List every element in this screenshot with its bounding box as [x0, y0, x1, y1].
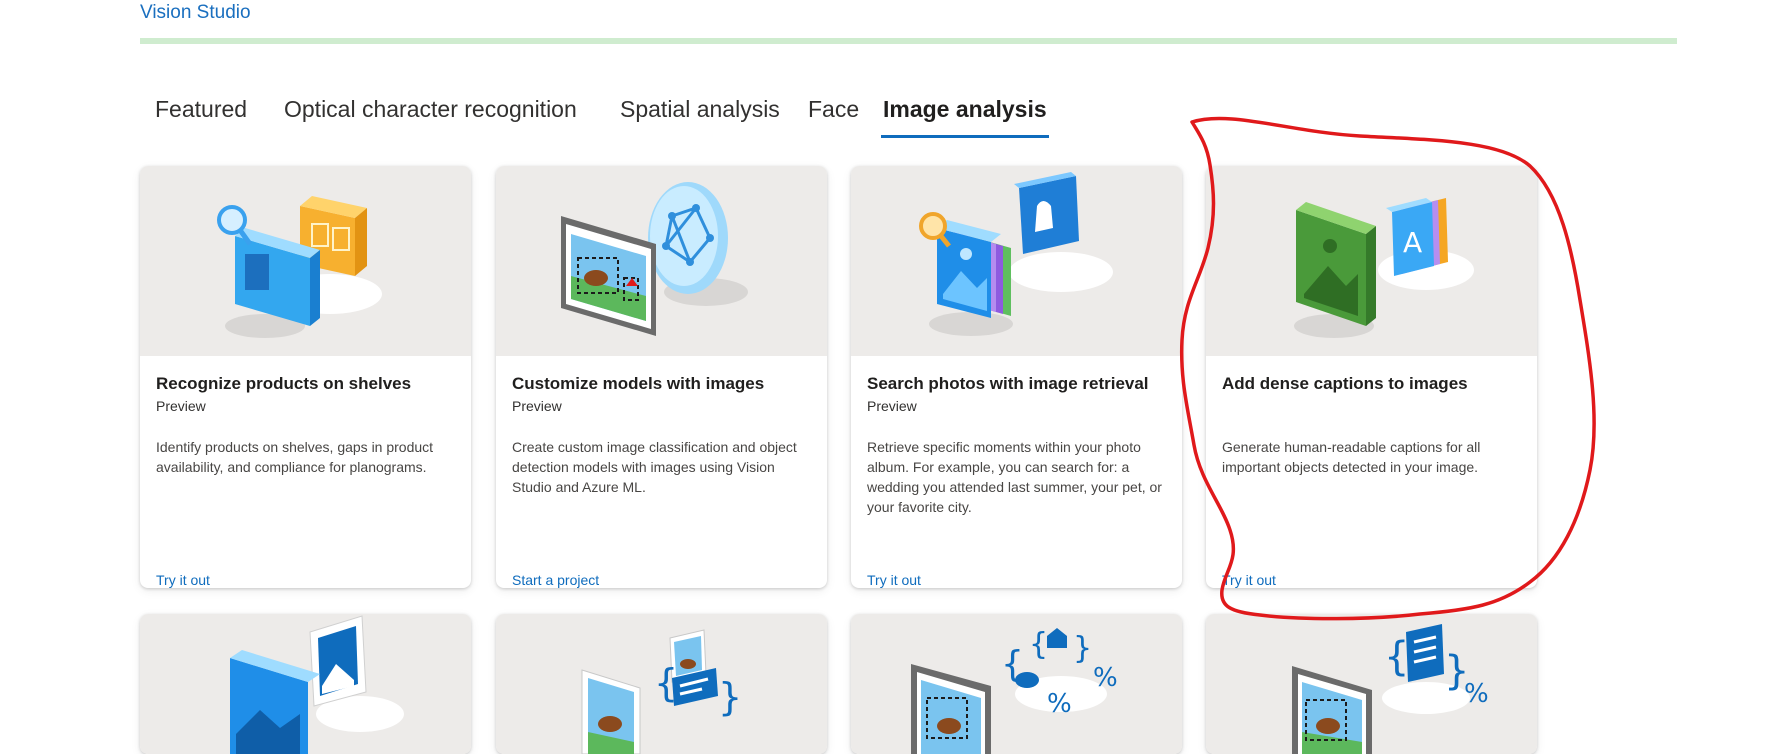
card-hero: { } %	[1206, 614, 1537, 754]
custom-model-icon	[561, 182, 748, 336]
svg-text:}: }	[1073, 631, 1092, 666]
card-row2-3[interactable]: { { } % %	[851, 614, 1182, 754]
card-title: Search photos with image retrieval	[867, 374, 1149, 393]
loading-progress-bar	[140, 38, 1677, 44]
try-it-out-link[interactable]: Try it out	[1222, 572, 1276, 588]
card-description: Identify products on shelves, gaps in pr…	[156, 439, 434, 475]
loading-progress-fill	[140, 38, 1677, 44]
card-image-retrieval[interactable]: Search photos with image retrieval Previ…	[851, 166, 1182, 588]
svg-text:{: {	[1029, 627, 1048, 662]
card-description: Generate human-readable captions for all…	[1222, 439, 1481, 475]
photo-search-icon	[919, 172, 1113, 336]
card-title: Customize models with images	[512, 374, 765, 393]
card-customize-models[interactable]: Customize models with images Preview Cre…	[496, 166, 827, 588]
image-caption-icon: { }	[581, 629, 742, 754]
card-hero	[140, 166, 471, 356]
tab-spatial-analysis[interactable]: Spatial analysis	[618, 96, 782, 135]
card-row2-4[interactable]: { } %	[1206, 614, 1537, 754]
card-hero: { }	[496, 614, 827, 754]
try-it-out-link[interactable]: Try it out	[867, 572, 921, 588]
card-subtitle: Preview	[156, 398, 206, 414]
product-shelf-icon	[217, 196, 382, 338]
tab-face[interactable]: Face	[806, 96, 861, 135]
card-title: Recognize products on shelves	[156, 374, 412, 393]
svg-text:%: %	[1093, 663, 1118, 693]
svg-text:%: %	[1047, 689, 1072, 719]
image-tags-icon: { } %	[1292, 624, 1489, 754]
card-hero: { { } % %	[851, 614, 1182, 754]
svg-text:A: A	[1403, 226, 1422, 259]
card-description: Retrieve specific moments within your ph…	[867, 439, 1162, 515]
card-subtitle: Preview	[512, 398, 562, 414]
card-hero	[140, 614, 471, 754]
start-project-link[interactable]: Start a project	[512, 572, 599, 588]
tab-featured[interactable]: Featured	[153, 96, 249, 135]
brand-title[interactable]: Vision Studio	[140, 2, 251, 24]
image-pair-icon	[230, 615, 404, 754]
card-subtitle	[1222, 398, 1521, 415]
object-tags-icon: { { } % %	[911, 627, 1118, 754]
tab-image-analysis[interactable]: Image analysis	[881, 96, 1049, 138]
card-recognize-products[interactable]: Recognize products on shelves Preview Id…	[140, 166, 471, 588]
card-hero: A	[1206, 166, 1537, 356]
svg-text:{: {	[1384, 634, 1409, 680]
svg-text:}: }	[718, 675, 742, 719]
try-it-out-link[interactable]: Try it out	[156, 572, 210, 588]
card-description: Create custom image classification and o…	[512, 439, 797, 495]
card-hero	[496, 166, 827, 356]
card-hero	[851, 166, 1182, 356]
svg-text:%: %	[1464, 679, 1489, 709]
dense-captions-icon: A	[1294, 198, 1474, 338]
card-subtitle: Preview	[867, 398, 917, 414]
tab-ocr[interactable]: Optical character recognition	[282, 96, 579, 135]
card-row2-1[interactable]	[140, 614, 471, 754]
card-row2-2[interactable]: { }	[496, 614, 827, 754]
card-title: Add dense captions to images	[1222, 374, 1468, 393]
card-dense-captions[interactable]: A Add dense captions to images Generate …	[1206, 166, 1537, 588]
